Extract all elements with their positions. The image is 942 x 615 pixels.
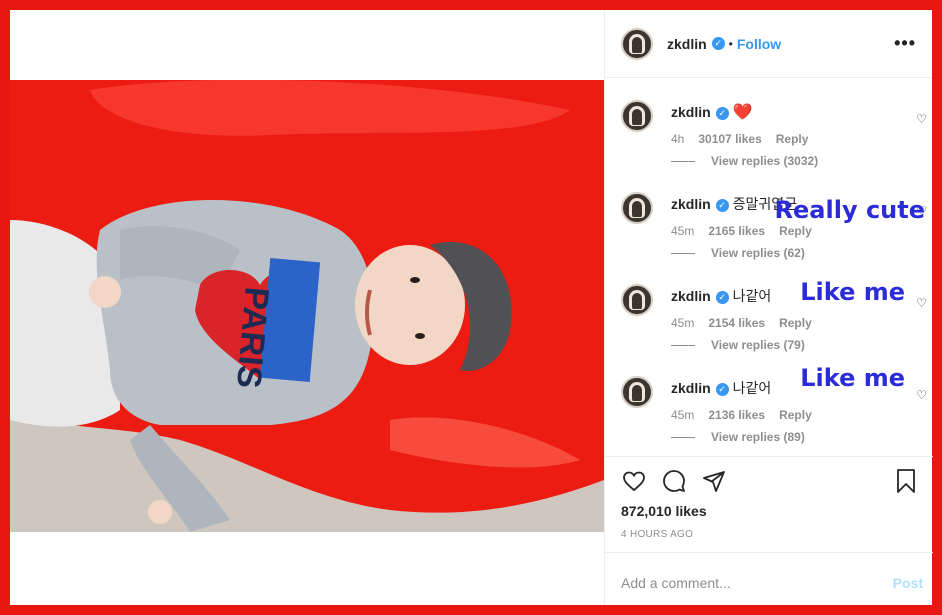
comment-like-heart-icon[interactable]: ♡ <box>916 296 927 310</box>
post-timestamp: 4 HOURS AGO <box>621 529 694 540</box>
view-replies-button[interactable]: View replies (3032) <box>711 154 818 168</box>
comment-text: 나같어 <box>732 380 772 396</box>
like-heart-icon[interactable] <box>621 469 647 493</box>
replies-line <box>671 160 695 162</box>
verified-badge-icon: ✓ <box>715 290 729 304</box>
comment-username[interactable]: zkdlin <box>671 196 711 212</box>
replies-line <box>671 344 695 346</box>
view-replies-button[interactable]: View replies (89) <box>711 430 805 444</box>
comments-list: zkdlin ✓ ❤️ 4h 30107 likes Reply View replie… <box>605 90 933 458</box>
view-replies-button[interactable]: View replies (62) <box>711 246 805 260</box>
post-header: zkdlin ✓ • Follow ••• <box>605 10 932 78</box>
post-media-column: PARIS <box>10 10 604 605</box>
reply-button[interactable]: Reply <box>779 408 812 422</box>
reply-button[interactable]: Reply <box>779 224 812 238</box>
verified-badge-icon: ✓ <box>715 198 729 212</box>
post-comment-button[interactable]: Post <box>893 575 923 591</box>
author-avatar[interactable] <box>621 27 653 60</box>
comment-avatar[interactable] <box>621 192 653 224</box>
comment-username[interactable]: zkdlin <box>671 104 711 120</box>
comment-likes[interactable]: 2154 likes <box>708 316 765 330</box>
author-username[interactable]: zkdlin <box>667 36 707 52</box>
verified-badge-icon: ✓ <box>711 37 725 50</box>
comment-item: zkdlin ✓ 증말귀엽군 45m 2165 likes Reply View rep… <box>605 182 933 274</box>
translation-overlay: Like me <box>800 278 905 306</box>
comment-time: 45m <box>671 316 695 330</box>
comment-likes[interactable]: 2136 likes <box>708 408 765 422</box>
post-actions: 872,010 likes 4 HOURS AGO Add a comment.… <box>605 456 933 606</box>
post-like-count[interactable]: 872,010 likes <box>621 503 707 519</box>
comment-likes[interactable]: 30107 likes <box>698 132 761 146</box>
more-options-icon[interactable]: ••• <box>894 33 916 54</box>
comment-text: 나같어 <box>732 288 772 304</box>
comment-avatar[interactable] <box>621 376 653 408</box>
comment-time: 45m <box>671 224 695 238</box>
translation-overlay: Like me <box>800 364 905 392</box>
comment-time: 4h <box>671 132 685 146</box>
comment-likes[interactable]: 2165 likes <box>708 224 765 238</box>
separator-dot: • <box>728 36 733 51</box>
follow-button[interactable]: Follow <box>737 36 781 52</box>
post-photo[interactable]: PARIS <box>10 80 604 532</box>
view-replies-button[interactable]: View replies (79) <box>711 338 805 352</box>
add-comment-input[interactable]: Add a comment... <box>621 575 731 591</box>
verified-badge-icon: ✓ <box>715 106 729 120</box>
translation-overlay: Really cute <box>774 196 925 224</box>
comment-bubble-icon[interactable] <box>661 469 687 493</box>
comment-avatar[interactable] <box>621 100 653 132</box>
comment-item: zkdlin ✓ 나같어 45m 2136 likes Reply View repli… <box>605 364 933 458</box>
reply-button[interactable]: Reply <box>776 132 809 146</box>
save-bookmark-icon[interactable] <box>895 469 917 493</box>
comment-item: zkdlin ✓ 나같어 45m 2154 likes Reply View repli… <box>605 274 933 366</box>
share-send-icon[interactable] <box>701 469 727 493</box>
reply-button[interactable]: Reply <box>779 316 812 330</box>
comment-like-heart-icon[interactable]: ♡ <box>916 388 927 402</box>
replies-line <box>671 436 695 438</box>
comment-avatar[interactable] <box>621 284 653 316</box>
post-detail-panel: zkdlin ✓ • Follow ••• zkdlin ✓ ❤️ 4h 30107 … <box>604 10 933 606</box>
comment-username[interactable]: zkdlin <box>671 380 711 396</box>
comment-emoji: ❤️ <box>732 104 753 121</box>
comment-username[interactable]: zkdlin <box>671 288 711 304</box>
comment-time: 45m <box>671 408 695 422</box>
comment-composer: Add a comment... Post <box>605 552 933 607</box>
verified-badge-icon: ✓ <box>715 382 729 396</box>
comment-item: zkdlin ✓ ❤️ 4h 30107 likes Reply View replie… <box>605 90 933 182</box>
replies-line <box>671 252 695 254</box>
comment-like-heart-icon[interactable]: ♡ <box>916 112 927 126</box>
